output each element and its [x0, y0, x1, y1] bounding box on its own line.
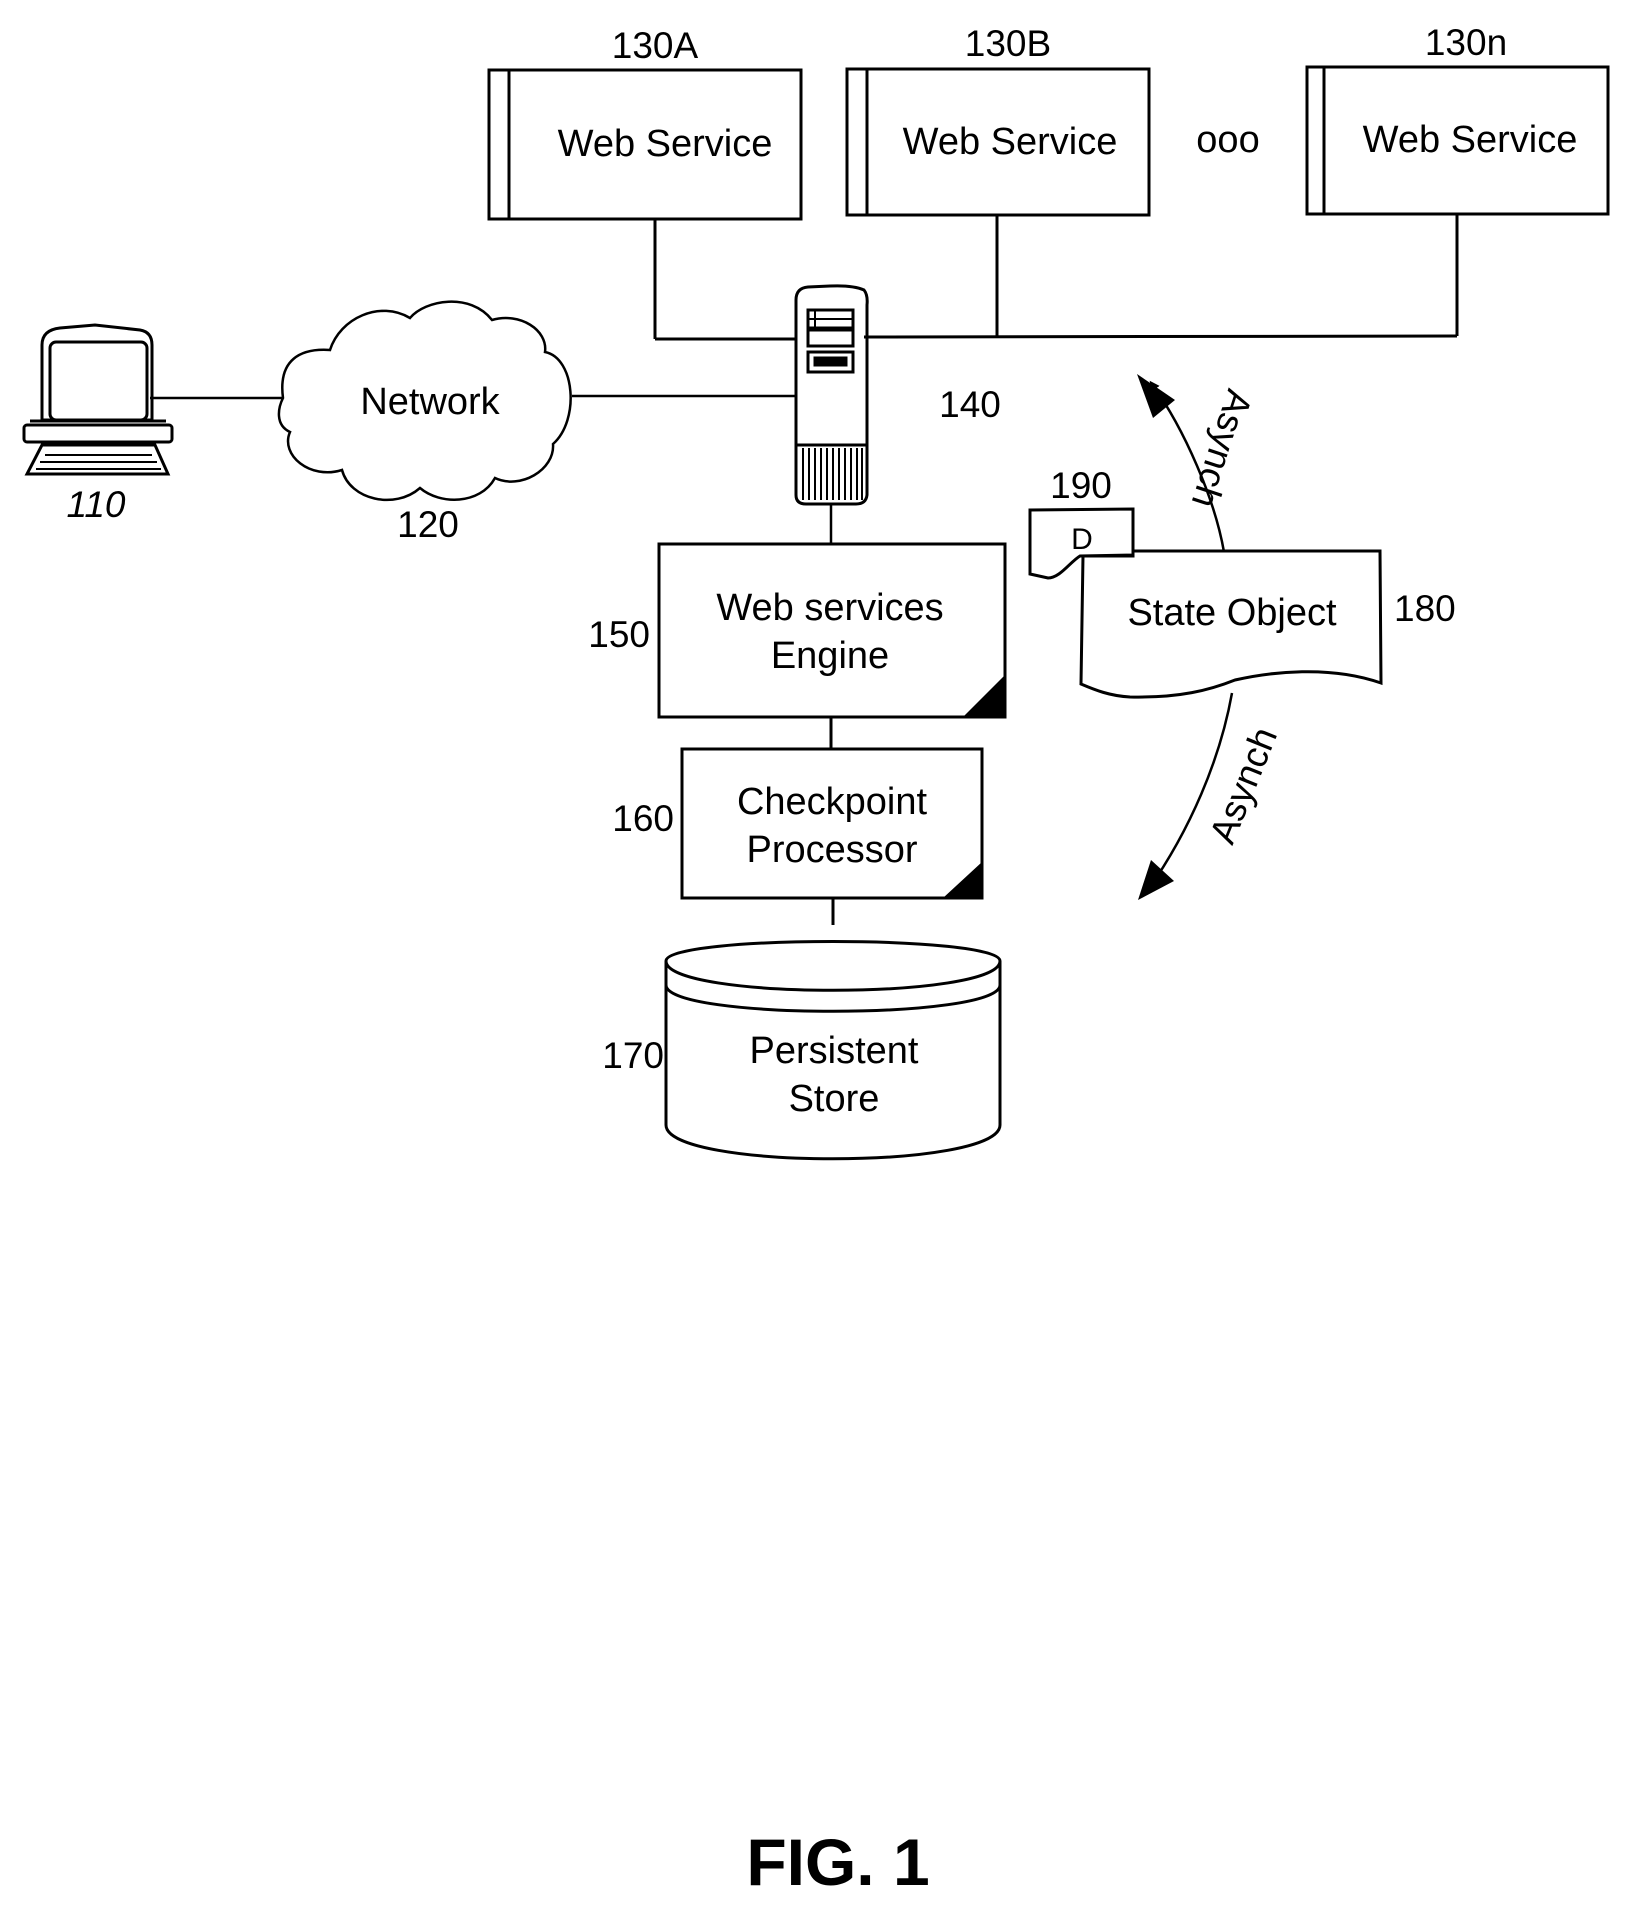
ref-190: 190 [1050, 465, 1112, 506]
computer-icon [22, 323, 174, 476]
web-service-130a-label: Web Service [558, 123, 773, 165]
ref-150: 150 [588, 614, 650, 655]
state-object-label: State Object [1127, 592, 1337, 634]
ref-130n: 130n [1425, 22, 1507, 63]
figure-caption: FIG. 1 [746, 1825, 929, 1899]
system-architecture-diagram: 130A 130B 130n Web Service Web Service W… [22, 22, 1610, 1899]
checkpoint-label-line1: Checkpoint [737, 781, 928, 823]
ref-180: 180 [1394, 588, 1456, 629]
asynch-up-label: Asynch [1184, 385, 1260, 513]
engine-label-line1: Web services [716, 587, 943, 629]
web-service-130b-label: Web Service [903, 121, 1118, 163]
web-services-engine-box [657, 542, 1007, 719]
ellipsis-label: ooo [1196, 119, 1259, 161]
asynch-down-label: Asynch [1202, 721, 1285, 849]
asynch-down-arrowhead [1138, 860, 1174, 900]
line-bus [863, 334, 1458, 339]
ref-140: 140 [939, 384, 1001, 425]
server-tower-icon [794, 284, 869, 506]
ref-170: 170 [602, 1035, 664, 1076]
ref-130a: 130A [612, 25, 699, 66]
ref-160: 160 [612, 798, 674, 839]
engine-label-line2: Engine [771, 635, 889, 677]
store-label-line2: Store [789, 1078, 880, 1120]
checkpoint-processor-box [680, 747, 984, 900]
ref-120: 120 [397, 504, 459, 545]
web-service-130n-label: Web Service [1363, 119, 1578, 161]
checkpoint-label-line2: Processor [746, 829, 917, 871]
store-label-line1: Persistent [750, 1030, 919, 1072]
delta-label: D [1071, 523, 1093, 556]
network-label: Network [360, 381, 500, 423]
ref-110: 110 [67, 484, 126, 525]
ref-130b: 130B [965, 23, 1051, 64]
